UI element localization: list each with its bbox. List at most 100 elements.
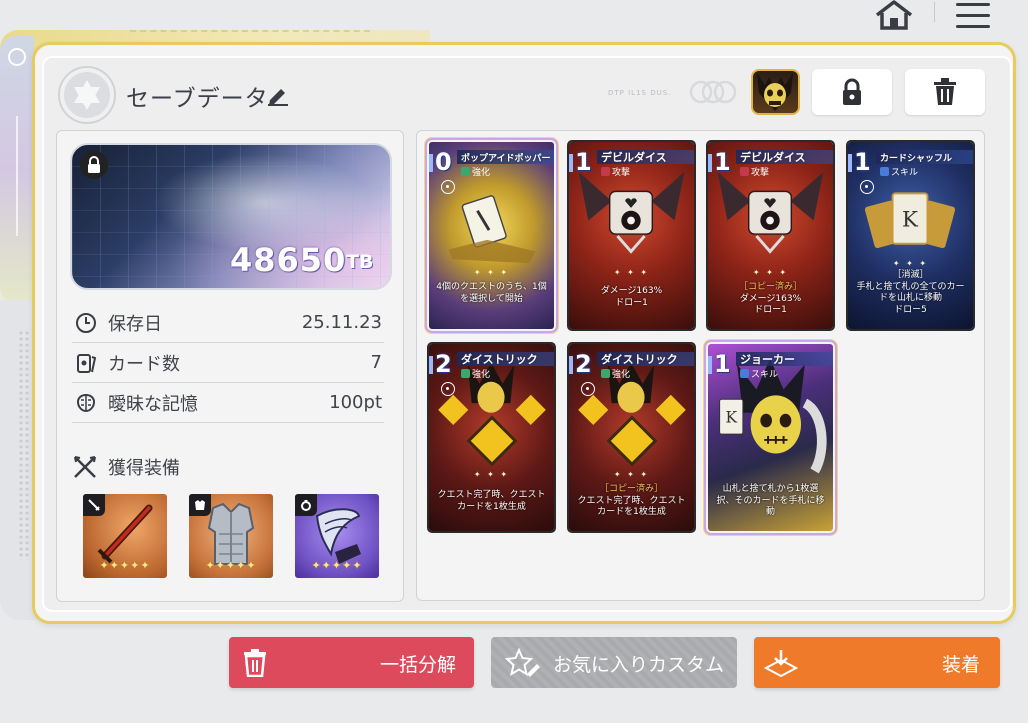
card-cost: 1 xyxy=(854,148,871,176)
card-item[interactable]: K 1 カードシャッフル スキル ✦ ✦ ✦ ［消滅］ 手札と捨て札の全てのカード… xyxy=(846,140,975,331)
buff-type-icon xyxy=(461,369,470,378)
target-icon xyxy=(441,382,455,396)
card-type: 強化 xyxy=(461,165,490,178)
stat-card-count: カード数 7 xyxy=(72,343,384,383)
hamburger-line xyxy=(956,14,990,17)
tb-unit: TB xyxy=(346,251,374,273)
card-name: デビルダイス xyxy=(601,151,667,164)
lock-icon xyxy=(843,78,861,105)
card-description: クエスト完了時、クエストカードを1枚生成 xyxy=(435,490,548,513)
card-description: 4個のクエストのうち、1個を選択して開始 xyxy=(435,282,548,305)
attack-type-icon xyxy=(740,167,749,176)
equip-button[interactable]: 装着 xyxy=(754,637,1000,688)
bulk-dismantle-button[interactable]: 一括分解 xyxy=(229,637,474,688)
topbar-divider xyxy=(934,2,935,22)
equipment-weapon[interactable]: ✦✦✦✦✦ xyxy=(83,494,167,578)
card-type-label: 攻撃 xyxy=(612,168,631,178)
card-desc-text: ダメージ163% ドロー1 xyxy=(600,286,663,308)
equipment-header: 獲得装備 xyxy=(72,454,180,480)
character-avatar[interactable] xyxy=(751,69,800,115)
dot-grid-decoration xyxy=(18,330,30,560)
card-divider: ✦ ✦ ✦ xyxy=(752,268,789,277)
tb-lock-badge xyxy=(80,151,108,179)
target-icon xyxy=(441,180,455,194)
stat-label: 曖昧な記憶 xyxy=(108,393,198,415)
brain-icon xyxy=(8,48,26,66)
favorite-custom-label: お気に入りカスタム xyxy=(553,654,725,676)
faint-label: DTP IL1S DUS. xyxy=(608,89,672,97)
card-name: ジョーカー xyxy=(740,353,795,366)
card-type-label: 強化 xyxy=(472,370,491,380)
card-divider: ✦ ✦ ✦ xyxy=(473,470,510,479)
card-desc-text: 山札と捨て札から1枚選択、そのカードを手札に移動 xyxy=(716,484,825,517)
rarity-stars: ✦✦✦✦✦ xyxy=(99,559,151,572)
equip-type-badge xyxy=(83,494,105,516)
card-item[interactable]: K 1 ジョーカー スキル 山札と捨て札から1枚選択、そのカードを手札に移動 xyxy=(706,342,835,533)
trash-icon xyxy=(934,78,956,105)
card-cost: 1 xyxy=(714,148,731,176)
home-icon xyxy=(875,0,913,30)
card-type-label: スキル xyxy=(751,370,779,380)
card-cost: 0 xyxy=(435,148,452,176)
card-description: ［コピー済み］ ダメージ163% ドロー1 xyxy=(714,282,827,317)
equip-type-badge xyxy=(189,494,211,516)
skill-type-icon xyxy=(880,167,889,176)
cost-bar xyxy=(848,154,852,172)
card-name: ダイストリック xyxy=(461,353,538,366)
card-cost: 1 xyxy=(575,148,592,176)
crossed-swords-icon xyxy=(74,456,96,478)
stat-save-date: 保存日 25.11.23 xyxy=(72,303,384,343)
card-cost: 1 xyxy=(714,350,731,378)
lock-icon xyxy=(88,156,100,173)
equip-label: 装着 xyxy=(941,654,980,676)
attack-type-icon xyxy=(601,167,610,176)
favorite-custom-button[interactable]: お気に入りカスタム xyxy=(491,637,737,688)
card-name: デビルダイス xyxy=(740,151,806,164)
card-item[interactable]: 2 ダイストリック 強化 ✦ ✦ ✦ ［コピー済み］ クエスト完了時、クエストカー… xyxy=(567,342,696,533)
lock-button[interactable] xyxy=(812,69,892,115)
card-type: スキル xyxy=(880,165,918,178)
card-item[interactable]: 1 デビルダイス 攻撃 ✦ ✦ ✦ ダメージ163% ドロー1 xyxy=(567,140,696,331)
rarity-stars: ✦✦✦✦✦ xyxy=(205,559,257,572)
card-type: 攻撃 xyxy=(601,165,630,178)
buff-type-icon xyxy=(601,369,610,378)
card-name: ポップアイドポッパー xyxy=(461,154,551,164)
bulk-dismantle-label: 一括分解 xyxy=(379,654,456,676)
card-name: カードシャッフル xyxy=(880,154,953,164)
card-item[interactable]: 0 ポップアイドポッパー 強化 ✦ ✦ ✦ 4個のクエストのうち、1個を選択して… xyxy=(427,140,556,331)
rings-decoration xyxy=(688,80,738,104)
stat-label: 保存日 xyxy=(108,313,162,335)
cost-bar xyxy=(569,356,573,374)
home-button[interactable] xyxy=(873,0,915,30)
stat-value: 100pt xyxy=(329,392,382,413)
star-edit-icon xyxy=(505,648,540,677)
card-desc-text: 4個のクエストのうち、1個を選択して開始 xyxy=(436,282,547,304)
card-type: 強化 xyxy=(461,367,490,380)
cost-bar xyxy=(708,154,712,172)
menu-button[interactable] xyxy=(956,3,990,29)
card-type: スキル xyxy=(740,367,778,380)
delete-button[interactable] xyxy=(905,69,985,115)
skull-mask-icon xyxy=(757,73,793,111)
edit-name-button[interactable] xyxy=(266,84,290,106)
equipment-armor[interactable]: ✦✦✦✦✦ xyxy=(189,494,273,578)
card-item[interactable]: 2 ダイストリック 強化 ✦ ✦ ✦ クエスト完了時、クエストカードを1枚生成 xyxy=(427,342,556,533)
brain-icon xyxy=(74,391,98,415)
target-icon xyxy=(581,382,595,396)
card-description: 山札と捨て札から1枚選択、そのカードを手札に移動 xyxy=(714,484,827,519)
consume-tag: ［消滅］ xyxy=(892,270,929,280)
card-desc-text: ダメージ163% ドロー1 xyxy=(739,293,802,316)
card-desc-text: クエスト完了時、クエストカードを1枚生成 xyxy=(577,495,686,518)
card-divider: ✦ ✦ ✦ xyxy=(613,268,650,277)
pencil-icon xyxy=(268,89,288,106)
card-item[interactable]: 1 デビルダイス 攻撃 ✦ ✦ ✦ ［コピー済み］ ダメージ163% ドロー1 xyxy=(706,140,835,331)
cost-bar xyxy=(429,154,433,172)
rings-icon xyxy=(689,80,737,104)
tb-value: 48650 xyxy=(230,241,347,279)
card-description: ダメージ163% ドロー1 xyxy=(575,286,688,309)
card-type-label: 攻撃 xyxy=(751,168,770,178)
cost-bar xyxy=(429,356,433,374)
equipment-accessory[interactable]: ✦✦✦✦✦ xyxy=(295,494,379,578)
trash-icon xyxy=(244,649,266,677)
card-divider: ✦ ✦ ✦ xyxy=(613,470,650,479)
